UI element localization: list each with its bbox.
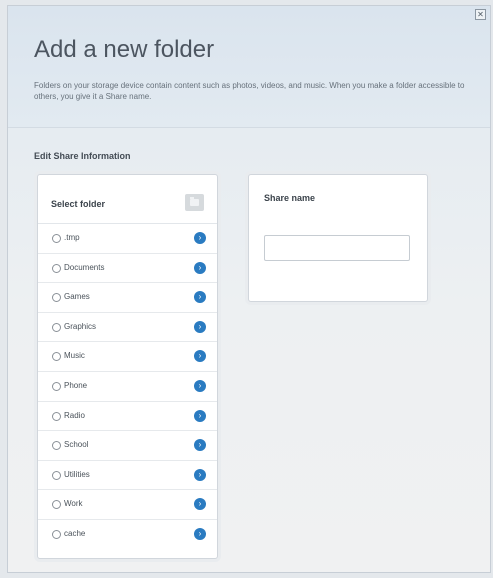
dialog-title: Add a new folder (34, 36, 215, 63)
chevron-right-circle-icon[interactable]: › (194, 291, 206, 304)
section-title: Edit Share Information (34, 151, 131, 161)
folder-radio[interactable] (52, 352, 61, 362)
folder-row[interactable]: Documents › (38, 254, 217, 284)
chevron-right-circle-icon[interactable]: › (194, 527, 206, 540)
chevron-right-circle-icon[interactable]: › (194, 350, 206, 363)
chevron-right-circle-icon[interactable]: › (194, 320, 206, 333)
folder-label: Phone (64, 380, 88, 390)
folder-label: Radio (64, 410, 85, 420)
folder-label: cache (64, 528, 86, 538)
chevron-right-circle-icon[interactable]: › (194, 498, 206, 511)
folder-radio[interactable] (52, 234, 61, 243)
chevron-right-circle-icon[interactable]: › (194, 232, 206, 244)
folder-label: Graphics (64, 321, 97, 331)
folder-radio[interactable] (52, 263, 61, 273)
share-name-panel: Share name (248, 174, 428, 302)
chevron-right-circle-icon[interactable]: › (194, 468, 206, 481)
folder-row[interactable]: Phone › (38, 372, 217, 402)
folder-list: .tmp › Documents › Games › Graphics › Music › Phon… (38, 224, 217, 550)
dialog-description: Folders on your storage device contain c… (34, 81, 465, 101)
share-name-label: Share name (264, 193, 316, 203)
share-name-header: Share name (249, 175, 427, 215)
folder-row[interactable]: Music › (38, 342, 217, 372)
folder-radio[interactable] (52, 529, 61, 539)
close-button[interactable]: ✕ (475, 9, 486, 20)
close-icon: ✕ (477, 10, 484, 19)
folder-label: Work (64, 499, 83, 509)
folder-row[interactable]: School › (38, 431, 217, 461)
chevron-right-circle-icon[interactable]: › (194, 261, 206, 274)
folder-radio[interactable] (52, 470, 61, 480)
folder-label: Games (64, 292, 90, 302)
folder-row[interactable]: .tmp › (38, 224, 217, 254)
folder-row[interactable]: cache › (38, 520, 217, 550)
folder-label: School (64, 440, 89, 450)
select-folder-panel: Select folder .tmp › Documents › Games › Graph… (37, 174, 218, 559)
share-name-input[interactable] (264, 235, 410, 261)
folder-radio[interactable] (52, 411, 61, 421)
folder-row[interactable]: Games › (38, 283, 217, 313)
folder-radio[interactable] (52, 441, 61, 451)
folder-row[interactable]: Radio › (38, 402, 217, 432)
dialog-header: ✕ Add a new folder Folders on your stora… (8, 6, 490, 128)
new-folder-button[interactable] (185, 194, 204, 211)
folder-row[interactable]: Work › (38, 490, 217, 520)
folder-row[interactable]: Graphics › (38, 313, 217, 343)
folder-radio[interactable] (52, 500, 61, 510)
folder-radio[interactable] (52, 381, 61, 391)
folder-radio[interactable] (52, 322, 61, 332)
folder-label: .tmp (64, 233, 80, 242)
folder-label: Utilities (64, 469, 90, 479)
add-folder-dialog: ✕ Add a new folder Folders on your stora… (7, 5, 491, 573)
select-folder-label: Select folder (51, 199, 106, 209)
folder-icon (190, 197, 199, 206)
folder-label: Documents (64, 262, 105, 272)
folder-radio[interactable] (52, 293, 61, 303)
chevron-right-circle-icon[interactable]: › (194, 379, 206, 392)
folder-label: Music (64, 351, 85, 361)
select-folder-header: Select folder (38, 175, 217, 224)
folder-row[interactable]: Utilities › (38, 461, 217, 491)
chevron-right-circle-icon[interactable]: › (194, 439, 206, 452)
chevron-right-circle-icon[interactable]: › (194, 409, 206, 422)
